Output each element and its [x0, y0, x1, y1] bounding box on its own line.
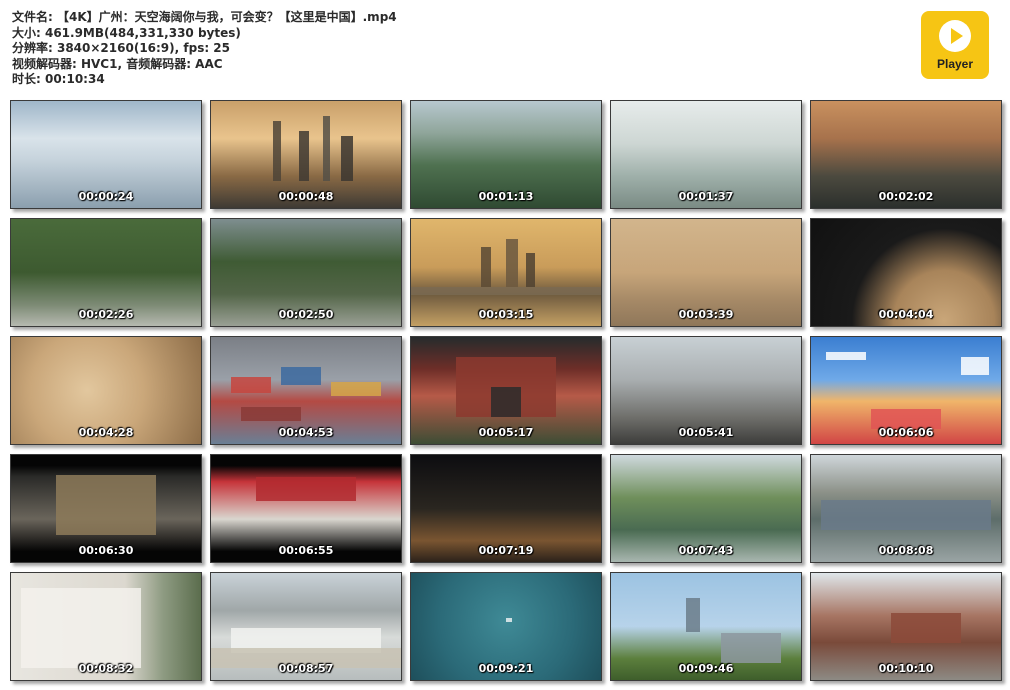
thumbnail-timestamp: 00:01:37: [678, 190, 734, 203]
video-thumbnail[interactable]: 00:08:57: [210, 572, 402, 681]
video-thumbnail[interactable]: 00:01:37: [610, 100, 802, 209]
thumbnail-timestamp: 00:04:53: [278, 426, 334, 439]
thumbnail-detail: [826, 352, 866, 360]
thumbnail-timestamp: 00:09:21: [478, 662, 534, 675]
thumbnail-detail: [241, 407, 301, 421]
thumbnail-timestamp: 00:06:06: [878, 426, 934, 439]
thumbnail-timestamp: 00:05:17: [478, 426, 534, 439]
thumbnail-detail: [721, 633, 781, 663]
video-thumbnail[interactable]: 00:04:04: [810, 218, 1002, 327]
thumbnail-timestamp: 00:08:57: [278, 662, 334, 675]
video-thumbnail[interactable]: 00:02:50: [210, 218, 402, 327]
video-thumbnail[interactable]: 00:02:02: [810, 100, 1002, 209]
video-thumbnail[interactable]: 00:00:48: [210, 100, 402, 209]
thumbnail-timestamp: 00:02:26: [78, 308, 134, 321]
thumbnail-detail: [821, 500, 991, 530]
video-thumbnail[interactable]: 00:08:08: [810, 454, 1002, 563]
video-thumbnail[interactable]: 00:04:53: [210, 336, 402, 445]
thumbnail-detail: [256, 477, 356, 501]
video-thumbnail[interactable]: 00:06:06: [810, 336, 1002, 445]
thumbnail-grid: 00:00:24 00:00:48 00:01:13 00:01:37 00:02:02…: [0, 0, 1010, 690]
video-thumbnail[interactable]: 00:05:17: [410, 336, 602, 445]
thumbnail-detail: [506, 239, 518, 287]
thumbnail-timestamp: 00:04:04: [878, 308, 934, 321]
thumbnail-timestamp: 00:08:32: [78, 662, 134, 675]
video-thumbnail[interactable]: 00:06:30: [10, 454, 202, 563]
thumbnail-timestamp: 00:00:48: [278, 190, 334, 203]
thumbnail-timestamp: 00:09:46: [678, 662, 734, 675]
thumbnail-timestamp: 00:08:08: [878, 544, 934, 557]
thumbnail-detail: [686, 598, 700, 632]
thumbnail-timestamp: 00:01:13: [478, 190, 534, 203]
thumbnail-detail: [491, 387, 521, 417]
thumbnail-timestamp: 00:06:55: [278, 544, 334, 557]
video-thumbnail[interactable]: 00:09:21: [410, 572, 602, 681]
thumbnail-detail: [273, 121, 281, 181]
video-thumbnail[interactable]: 00:06:55: [210, 454, 402, 563]
thumbnail-timestamp: 00:03:39: [678, 308, 734, 321]
thumbnail-detail: [411, 287, 601, 295]
thumbnail-timestamp: 00:07:19: [478, 544, 534, 557]
thumbnail-detail: [481, 247, 491, 287]
video-thumbnail[interactable]: 00:05:41: [610, 336, 802, 445]
thumbnail-timestamp: 00:02:50: [278, 308, 334, 321]
thumbnail-detail: [281, 367, 321, 385]
thumbnail-timestamp: 00:10:10: [878, 662, 934, 675]
thumbnail-detail: [961, 357, 989, 375]
video-thumbnail[interactable]: 00:04:28: [10, 336, 202, 445]
thumbnail-timestamp: 00:04:28: [78, 426, 134, 439]
thumbnail-detail: [56, 475, 156, 535]
video-thumbnail[interactable]: 00:07:43: [610, 454, 802, 563]
video-thumbnail[interactable]: 00:03:39: [610, 218, 802, 327]
thumbnail-timestamp: 00:00:24: [78, 190, 134, 203]
thumbnail-timestamp: 00:05:41: [678, 426, 734, 439]
video-thumbnail[interactable]: 00:03:15: [410, 218, 602, 327]
thumbnail-detail: [21, 588, 141, 668]
thumbnail-timestamp: 00:03:15: [478, 308, 534, 321]
video-thumbnail[interactable]: 00:00:24: [10, 100, 202, 209]
thumbnail-detail: [299, 131, 309, 181]
thumbnail-detail: [891, 613, 961, 643]
thumbnail-detail: [323, 116, 330, 181]
video-thumbnail[interactable]: 00:07:19: [410, 454, 602, 563]
video-thumbnail[interactable]: 00:01:13: [410, 100, 602, 209]
video-thumbnail[interactable]: 00:10:10: [810, 572, 1002, 681]
video-thumbnail[interactable]: 00:08:32: [10, 572, 202, 681]
thumbnail-detail: [231, 377, 271, 393]
thumbnail-detail: [341, 136, 353, 181]
thumbnail-detail: [526, 253, 535, 287]
thumbnail-detail: [331, 382, 381, 396]
video-thumbnail[interactable]: 00:02:26: [10, 218, 202, 327]
video-thumbnail[interactable]: 00:09:46: [610, 572, 802, 681]
thumbnail-timestamp: 00:07:43: [678, 544, 734, 557]
thumbnail-timestamp: 00:02:02: [878, 190, 934, 203]
thumbnail-detail: [506, 618, 512, 622]
thumbnail-timestamp: 00:06:30: [78, 544, 134, 557]
